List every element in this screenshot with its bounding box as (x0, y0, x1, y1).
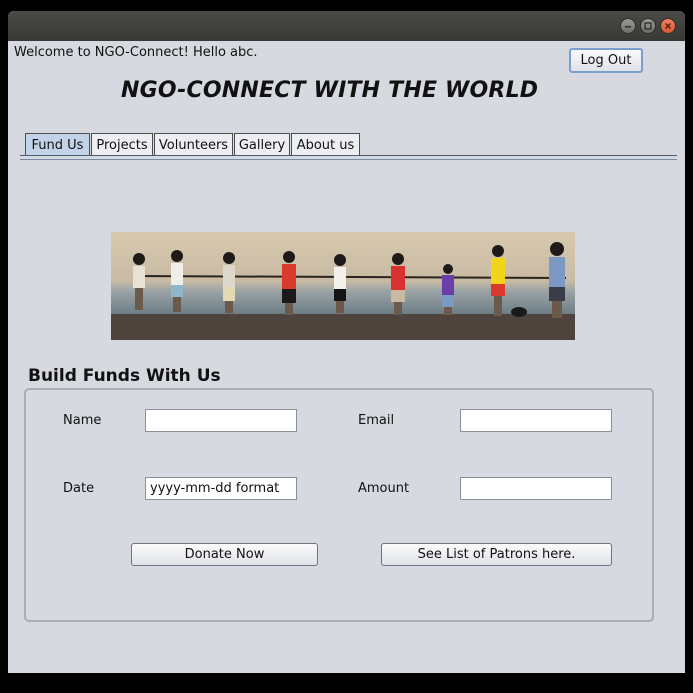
page-title: NGO-CONNECT WITH THE WORLD (121, 78, 539, 103)
section-title: Build Funds With Us (28, 366, 221, 386)
tab-about-us[interactable]: About us (291, 133, 360, 156)
patrons-list-button[interactable]: See List of Patrons here. (381, 543, 612, 566)
main-content: Welcome to NGO-Connect! Hello abc. Log O… (8, 41, 685, 673)
donation-form-panel: Name Email Date Amount Donate Now See Li… (24, 388, 654, 622)
name-label: Name (63, 413, 102, 428)
tab-projects[interactable]: Projects (91, 133, 153, 156)
title-bar[interactable] (8, 11, 685, 41)
maximize-icon[interactable] (640, 18, 656, 34)
email-field[interactable] (460, 409, 612, 432)
donate-now-button[interactable]: Donate Now (131, 543, 318, 566)
tab-divider (20, 155, 677, 160)
tab-gallery[interactable]: Gallery (234, 133, 290, 156)
name-field[interactable] (145, 409, 297, 432)
email-label: Email (358, 413, 395, 428)
amount-field[interactable] (460, 477, 612, 500)
tab-bar: Fund Us Projects Volunteers Gallery Abou… (25, 133, 361, 156)
amount-label: Amount (358, 481, 410, 496)
minimize-icon[interactable] (620, 18, 636, 34)
date-field[interactable] (145, 477, 297, 500)
children-holding-hands-banner (111, 232, 575, 340)
date-label: Date (63, 481, 95, 496)
welcome-text: Welcome to NGO-Connect! Hello abc. (14, 45, 258, 60)
tab-volunteers[interactable]: Volunteers (154, 133, 233, 156)
tab-fund-us[interactable]: Fund Us (25, 133, 90, 156)
logout-button[interactable]: Log Out (569, 48, 643, 73)
close-icon[interactable] (660, 18, 676, 34)
app-window: Welcome to NGO-Connect! Hello abc. Log O… (8, 11, 685, 673)
